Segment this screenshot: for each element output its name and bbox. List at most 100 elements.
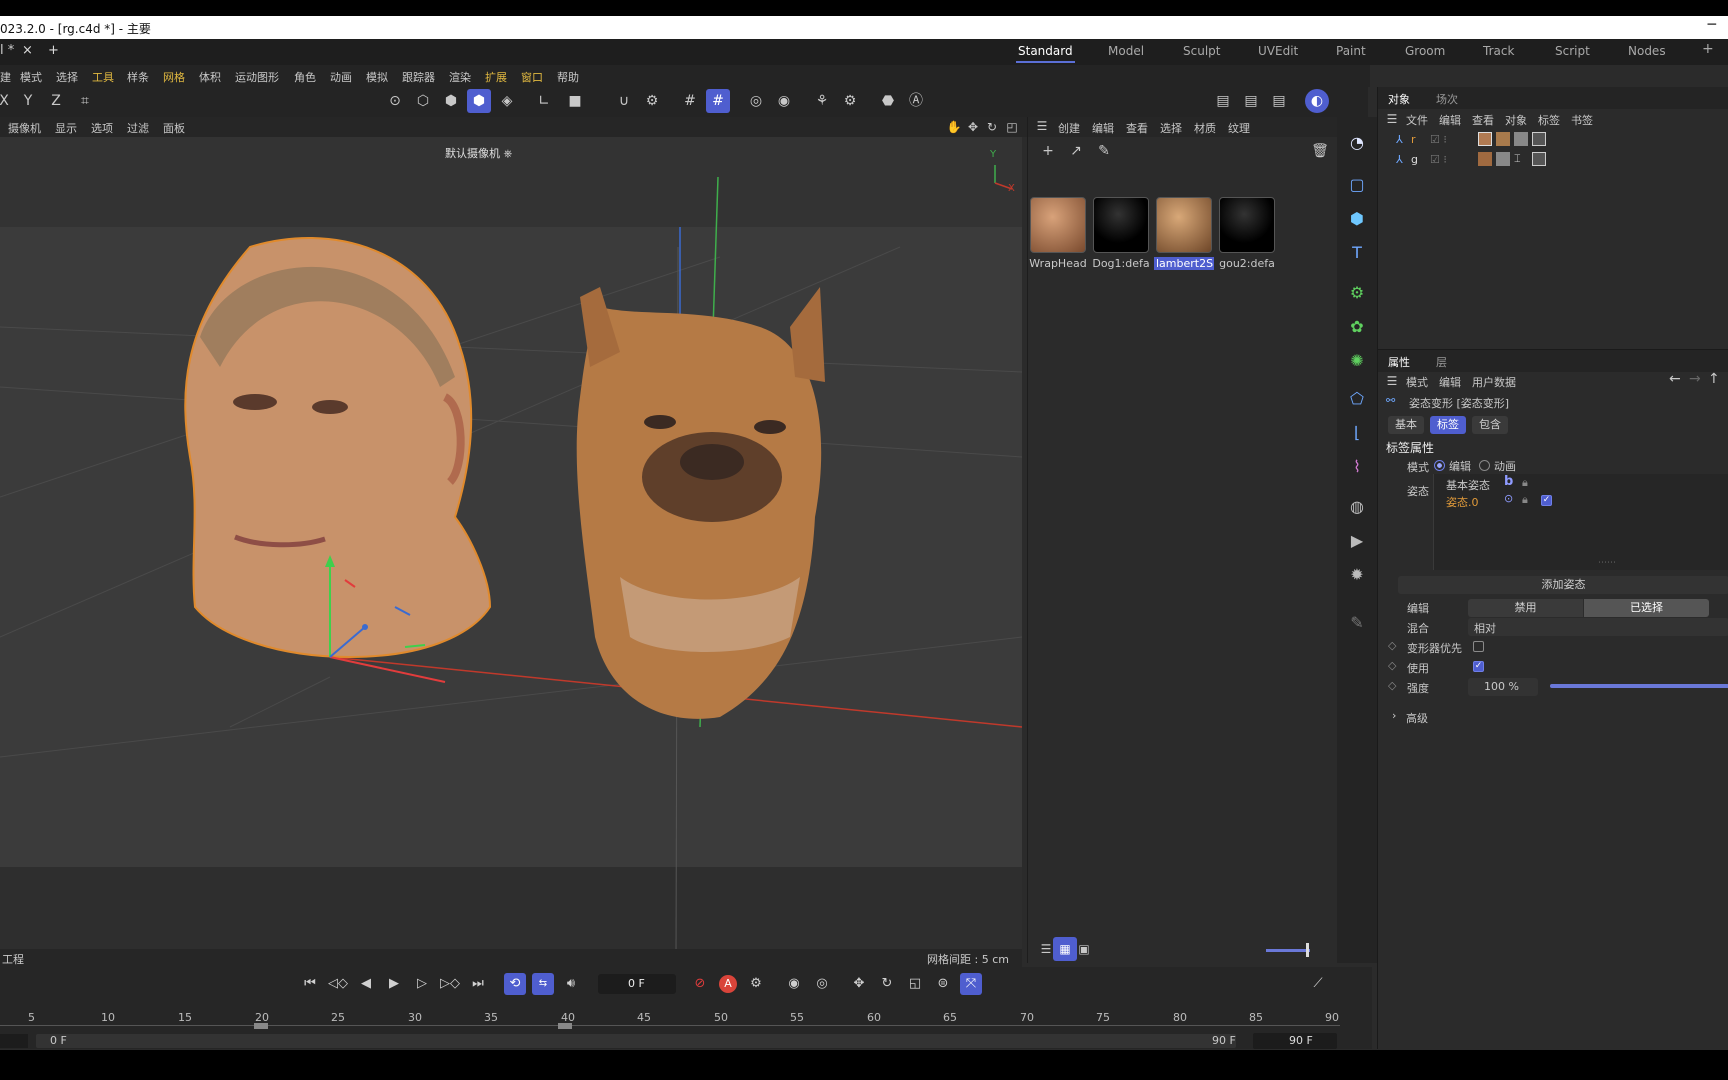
mode-animate-radio[interactable]	[1479, 460, 1490, 471]
lock-icon[interactable]: 🔒︎	[1522, 476, 1528, 490]
rectangle-selection-icon[interactable]: ▢	[1345, 173, 1369, 197]
material-menu-edit[interactable]: 编辑	[1092, 120, 1114, 136]
material-swatch-lambert2s[interactable]: lambert2S	[1154, 197, 1214, 270]
go-to-end-icon[interactable]: ⏭	[467, 973, 489, 995]
material-menu-material[interactable]: 材质	[1194, 120, 1216, 136]
prev-key-icon[interactable]: ◁◇	[327, 973, 349, 995]
key-interpolation-icon[interactable]: ◎	[811, 973, 833, 995]
field-icon[interactable]: ⬠	[1345, 387, 1369, 411]
layout-tab-nodes[interactable]: Nodes	[1628, 44, 1666, 58]
current-frame-field[interactable]: 0 F	[598, 974, 676, 994]
generator-icon[interactable]: ⚙	[1345, 281, 1369, 305]
min-frame-field[interactable]	[0, 1034, 28, 1048]
strength-field[interactable]: 100 %	[1468, 678, 1538, 696]
eyedropper-icon[interactable]: ✎	[1092, 139, 1116, 163]
tag-uvw-icon[interactable]	[1514, 132, 1528, 146]
subtab-tag[interactable]: 标签	[1430, 416, 1466, 434]
joint-icon[interactable]: ⌇	[1345, 455, 1369, 479]
back-arrow-icon[interactable]: ←	[1669, 371, 1681, 387]
x-axis-lock-button[interactable]: X	[0, 89, 16, 113]
blend-dropdown[interactable]: 相对	[1468, 618, 1728, 636]
model-mode-icon[interactable]: ⬢	[467, 89, 491, 113]
timeline-graph-icon[interactable]: ⟋	[1307, 973, 1329, 995]
material-hamburger-icon[interactable]: ☰	[1030, 114, 1054, 138]
axis-mode-icon[interactable]: ∟	[532, 89, 556, 113]
material-swatch-gou2[interactable]: gou2:defa	[1217, 197, 1277, 270]
coordinate-system-icon[interactable]: ⌗	[73, 89, 97, 113]
object-row-r[interactable]: ⅄ r ☑ ⁝	[1378, 131, 1728, 149]
render-view-icon[interactable]: ▤	[1211, 89, 1235, 113]
key-marker[interactable]	[254, 1023, 268, 1029]
symmetry-icon[interactable]: ⚘	[810, 89, 834, 113]
text-tool-icon[interactable]: T	[1345, 241, 1369, 265]
tag-normal-icon[interactable]: ⌶	[1514, 152, 1521, 166]
edges-mode-icon[interactable]: ⬡	[411, 89, 435, 113]
pose-enable-checkbox[interactable]: ✓	[1541, 495, 1552, 506]
edit-selected-button[interactable]: 已选择	[1584, 599, 1709, 617]
redshift-icon[interactable]: ◐	[1305, 89, 1329, 113]
object-menu-bookmarks[interactable]: 书签	[1571, 112, 1593, 128]
play-mode-icon[interactable]: ⇆	[532, 973, 554, 995]
timeline-ruler[interactable]: 5 10 15 20 25 30 35 40 45 50 55 60 65 70…	[0, 1005, 1340, 1033]
keyframe-diamond-icon[interactable]: ◇	[1388, 639, 1396, 652]
snap-settings-icon[interactable]: ⚙	[640, 89, 664, 113]
tag-material-icon[interactable]	[1496, 132, 1510, 146]
polygons-mode-icon[interactable]: ⬢	[439, 89, 463, 113]
keyframe-diamond-icon[interactable]: ◇	[1388, 679, 1396, 692]
record-active-icon[interactable]: ⊘	[689, 973, 711, 995]
tag-pose-morph-icon[interactable]	[1532, 132, 1546, 146]
close-tab-icon[interactable]: ×	[22, 43, 33, 58]
z-axis-lock-button[interactable]: Z	[44, 89, 68, 113]
use-checkbox[interactable]: ✓	[1473, 661, 1484, 672]
sound-icon[interactable]: 🔊︎	[560, 973, 582, 995]
key-scale-icon[interactable]: ◱	[904, 973, 926, 995]
menu-select[interactable]: 选择	[56, 69, 78, 85]
key-rotation-icon[interactable]: ↻	[876, 973, 898, 995]
edit-disable-button[interactable]: 禁用	[1468, 599, 1583, 617]
menu-mesh[interactable]: 网格	[163, 69, 185, 85]
object-menu-view[interactable]: 查看	[1472, 112, 1494, 128]
material-menu-view[interactable]: 查看	[1126, 120, 1148, 136]
symmetry-settings-icon[interactable]: ⚙	[838, 89, 862, 113]
resize-handle-icon[interactable]: ⋯⋯	[1598, 558, 1616, 568]
maximize-view-icon[interactable]: ◰	[1000, 115, 1024, 139]
menu-window[interactable]: 窗口	[521, 69, 543, 85]
menu-tools[interactable]: 工具	[92, 69, 114, 85]
keyframe-diamond-icon[interactable]: ◇	[1388, 659, 1396, 672]
key-position-icon[interactable]: ✥	[848, 973, 870, 995]
menu-spline[interactable]: 样条	[127, 69, 149, 85]
pose-list[interactable]: 基本姿态 b 🔒︎ 姿态.0 ⊙ 🔒︎ ✓ ⋯⋯	[1433, 474, 1728, 570]
visibility-icon[interactable]: ☑ ⁝	[1430, 133, 1447, 146]
annotation-icon[interactable]: Ⓐ	[904, 89, 928, 113]
tab-attributes[interactable]: 属性	[1388, 354, 1410, 370]
menu-mode[interactable]: 模式	[20, 69, 42, 85]
autokey-icon[interactable]: A	[717, 973, 739, 995]
add-pose-button[interactable]: 添加姿态	[1398, 576, 1728, 594]
pose-row-base[interactable]: 基本姿态 b 🔒︎	[1434, 474, 1728, 492]
menu-animate[interactable]: 动画	[330, 69, 352, 85]
render-settings-icon[interactable]: ▤	[1267, 89, 1291, 113]
key-marker[interactable]	[558, 1023, 572, 1029]
advanced-group-label[interactable]: 高级	[1406, 710, 1428, 726]
next-key-icon[interactable]: ▷◇	[439, 973, 461, 995]
pose-target-icon[interactable]: ⊙	[1504, 492, 1513, 505]
expand-arrow-icon[interactable]: ›	[1392, 709, 1396, 722]
uv-mode-icon[interactable]: ◈	[495, 89, 519, 113]
key-parameter-icon[interactable]: ⊜	[932, 973, 954, 995]
deformer-icon[interactable]: ✺	[1345, 349, 1369, 373]
material-menu-texture[interactable]: 纹理	[1228, 120, 1250, 136]
tag-material-icon[interactable]	[1478, 152, 1492, 166]
environment-icon[interactable]: ◍	[1345, 495, 1369, 519]
attribute-menu-edit[interactable]: 编辑	[1439, 374, 1461, 390]
loop-icon[interactable]: ⟲	[504, 973, 526, 995]
attribute-menu-userdata[interactable]: 用户数据	[1472, 374, 1516, 390]
tag-pose-morph-icon[interactable]	[1532, 152, 1546, 166]
viewport-menu-cameras[interactable]: 摄像机	[8, 120, 41, 136]
object-menu-file[interactable]: 文件	[1406, 112, 1428, 128]
menu-render[interactable]: 渲染	[449, 69, 471, 85]
tab-takes[interactable]: 场次	[1436, 91, 1458, 107]
dynamics-icon[interactable]: ◉	[772, 89, 796, 113]
layout-tab-model[interactable]: Model	[1108, 44, 1144, 58]
key-pla-icon[interactable]: ⤧	[960, 973, 982, 995]
camera-label[interactable]: 默认摄像机 ⎈	[445, 145, 512, 161]
